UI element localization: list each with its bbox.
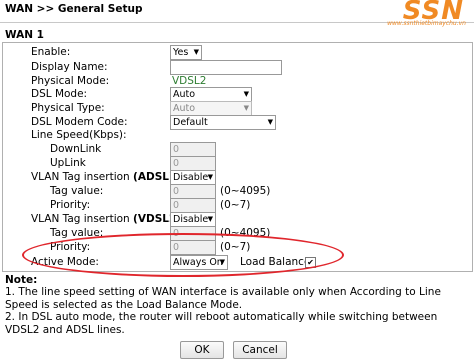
priority-vdsl2-label: Priority: — [50, 241, 91, 253]
tag-value-adsl-hint: (0~4095) — [220, 185, 271, 197]
physical-mode-label: Physical Mode: — [31, 75, 110, 87]
uplink-input[interactable]: 0 — [170, 156, 216, 171]
tag-value-adsl-label: Tag value: — [50, 185, 104, 197]
active-mode-select[interactable]: Always On ▼ — [170, 255, 228, 270]
chevron-down-icon: ▼ — [207, 173, 213, 181]
chevron-down-icon: ▼ — [207, 215, 213, 223]
dsl-modem-code-label: DSL Modem Code: — [31, 116, 128, 128]
line-speed-label: Line Speed(Kbps): — [31, 129, 127, 141]
physical-type-select[interactable]: Auto negotiation▼ — [170, 101, 252, 127]
dsl-mode-select[interactable]: Auto ▼ — [170, 87, 252, 102]
active-mode-label: Active Mode: — [31, 256, 99, 268]
physical-mode-value: VDSL2 — [172, 75, 207, 87]
priority-adsl-label: Priority: — [50, 199, 91, 211]
display-name-input[interactable] — [170, 60, 282, 75]
tag-value-adsl-input[interactable]: 0 — [170, 184, 216, 199]
priority-adsl-hint: (0~7) — [220, 199, 251, 211]
note-line-1: 1. The line speed setting of WAN interfa… — [5, 286, 441, 311]
priority-vdsl2-hint: (0~7) — [220, 241, 251, 253]
breadcrumb: WAN >> General Setup — [5, 3, 143, 15]
physical-type-label: Physical Type: — [31, 102, 105, 114]
priority-vdsl2-input[interactable]: 0 — [170, 240, 216, 255]
enable-label: Enable: — [31, 46, 71, 58]
chevron-down-icon: ▼ — [243, 104, 249, 112]
note-line-2: 2. In DSL auto mode, the router will reb… — [5, 311, 438, 336]
vlan-adsl-select[interactable]: Disable ▼ — [170, 170, 216, 185]
priority-adsl-input[interactable]: 0 — [170, 198, 216, 213]
vlan-vdsl2-select[interactable]: Disable ▼ — [170, 212, 216, 227]
chevron-down-icon: ▼ — [243, 90, 249, 98]
chevron-down-icon: ▼ — [193, 48, 199, 56]
section-title: WAN 1 — [5, 29, 44, 41]
chevron-down-icon: ▼ — [219, 258, 225, 266]
uplink-label: UpLink — [50, 157, 86, 169]
dsl-mode-label: DSL Mode: — [31, 88, 88, 100]
tag-value-vdsl2-hint: (0~4095) — [220, 227, 271, 239]
logo-site: www.ssnthietbimaychu.vn — [387, 20, 466, 27]
tag-value-vdsl2-label: Tag value: — [50, 227, 104, 239]
load-balance-label: Load Balance: — [240, 256, 314, 268]
row-priority-vdsl2: Priority: 0 (0~7) — [0, 240, 470, 257]
ssn-logo: SSN www.ssnthietbimaychu.vn — [376, 0, 468, 30]
tag-value-vdsl2-input[interactable]: 0 — [170, 226, 216, 241]
cancel-button[interactable]: Cancel — [233, 341, 287, 359]
row-active-mode: Active Mode: Always On ▼ Load Balance: ✔ — [0, 255, 470, 272]
chevron-down-icon: ▼ — [267, 118, 273, 126]
vlan-adsl-label: VLAN Tag insertion (ADSL): — [31, 171, 177, 183]
display-name-label: Display Name: — [31, 61, 108, 73]
enable-select[interactable]: Yes ▼ — [170, 45, 202, 60]
downlink-input[interactable]: 0 — [170, 142, 216, 157]
downlink-label: DownLink — [50, 143, 102, 155]
vlan-vdsl2-label: VLAN Tag insertion (VDSL2): — [31, 213, 185, 225]
ok-button[interactable]: OK — [180, 341, 224, 359]
dsl-modem-code-select[interactable]: Default ▼ — [170, 115, 276, 130]
load-balance-checkbox[interactable]: ✔ — [305, 256, 316, 268]
